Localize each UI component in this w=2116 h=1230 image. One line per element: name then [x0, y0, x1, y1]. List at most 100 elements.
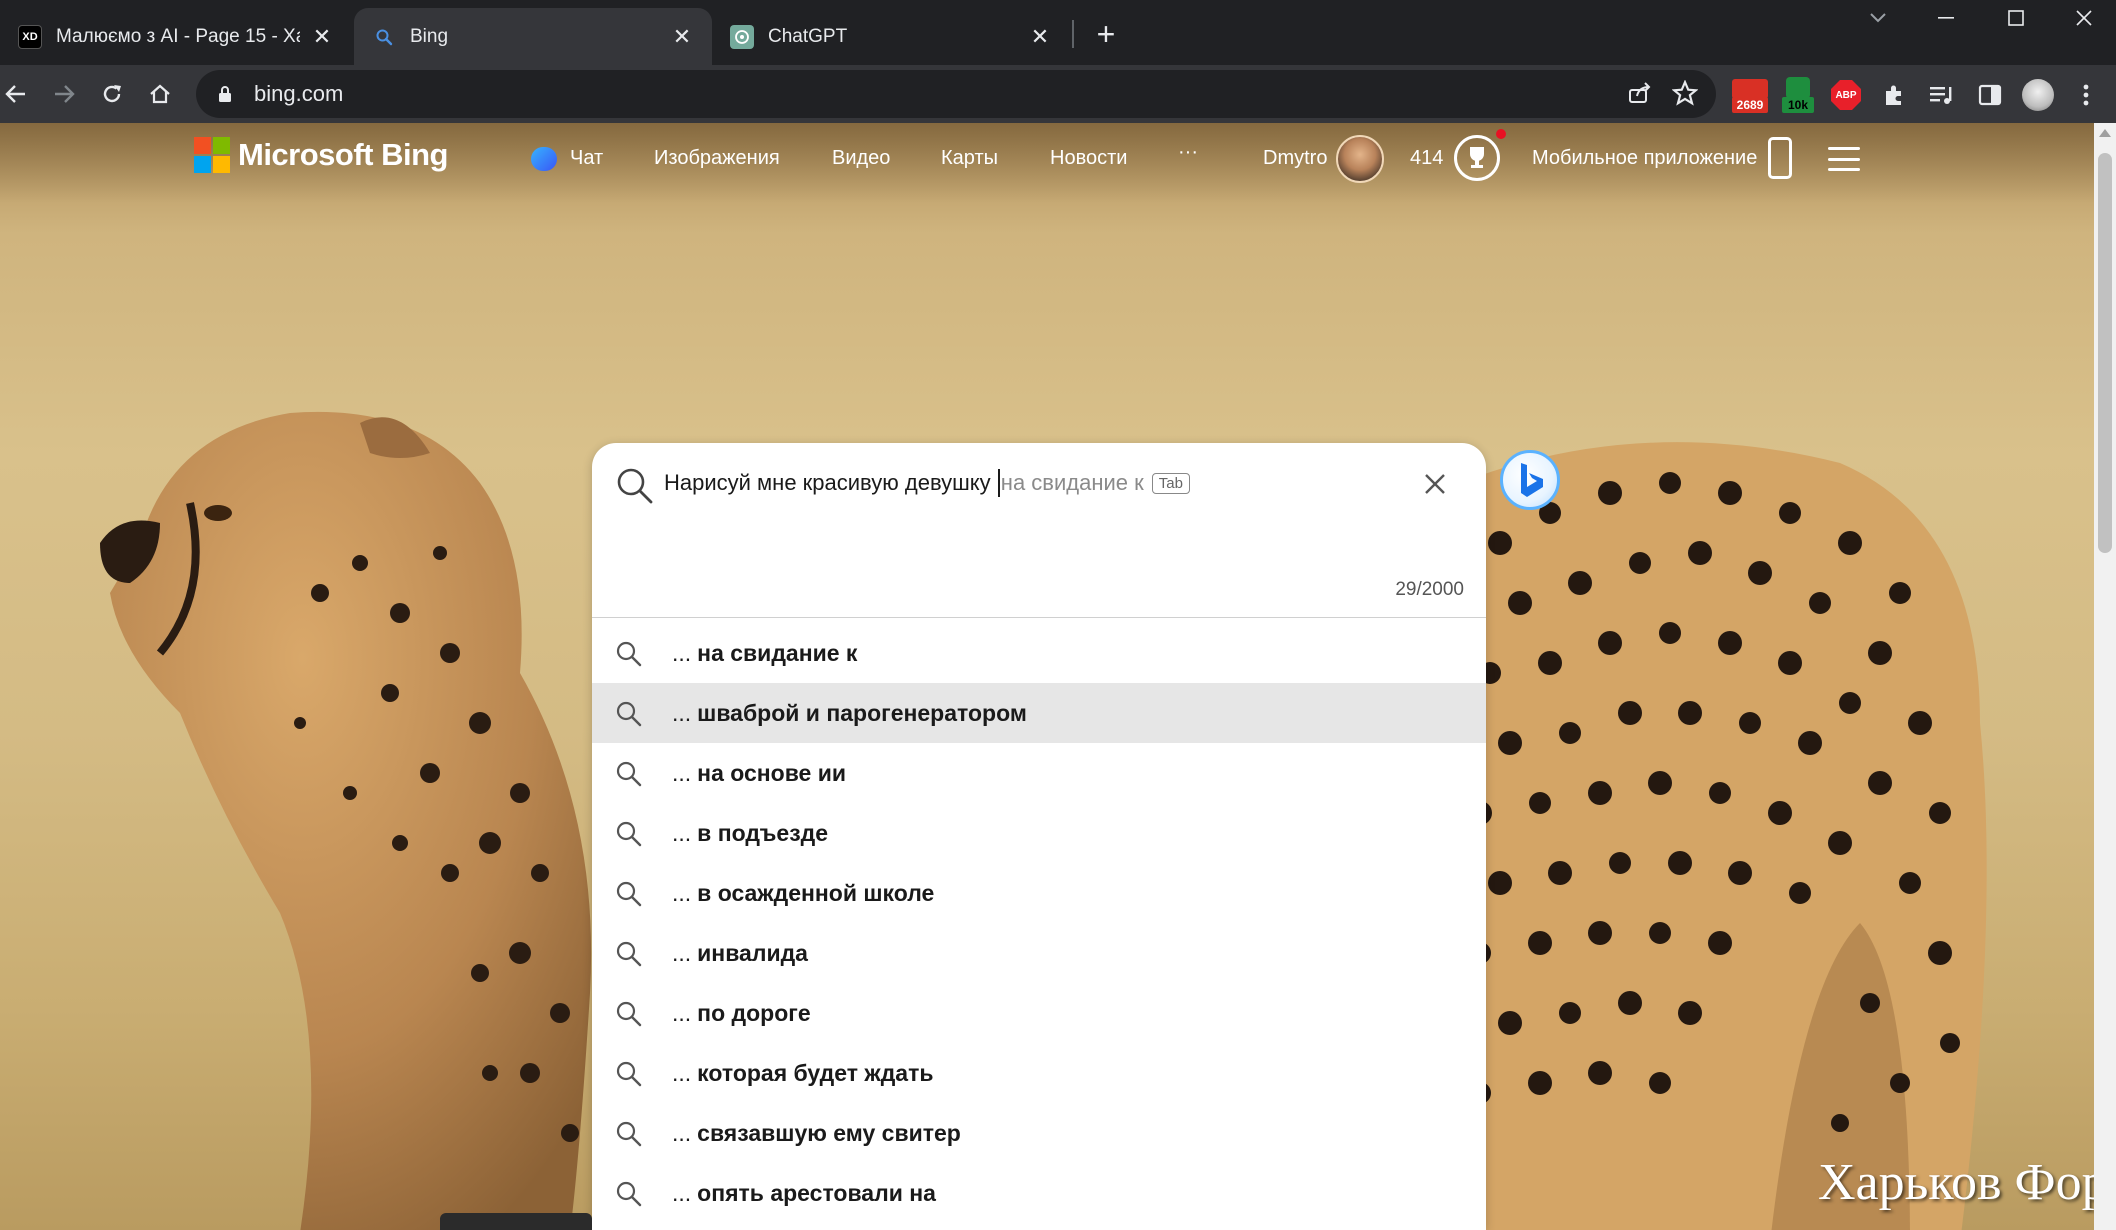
suggestion-text: инвалида: [697, 939, 808, 966]
nav-maps[interactable]: Карты: [941, 147, 998, 170]
nav-videos[interactable]: Видео: [832, 147, 890, 170]
close-window-icon[interactable]: [2054, 0, 2114, 36]
search-icon: [616, 941, 642, 967]
search-input-area[interactable]: Нарисуй мне красивую девушку на свидание…: [592, 443, 1486, 617]
suggestion-prefix: ...: [672, 1059, 692, 1086]
mobile-app-link[interactable]: Мобильное приложение: [1532, 147, 1757, 170]
media-queue-icon[interactable]: [1922, 75, 1962, 115]
suggestion-prefix: ...: [672, 1179, 692, 1206]
home-icon[interactable]: [140, 74, 180, 114]
mail-extension-icon[interactable]: 2689: [1730, 75, 1770, 115]
tab-title: ChatGPT: [768, 25, 848, 47]
search-input[interactable]: Нарисуй мне красивую девушку на свидание…: [664, 469, 1190, 497]
suggestion-item[interactable]: ... по дороге: [592, 983, 1486, 1043]
page-scrollbar[interactable]: [2094, 123, 2116, 1230]
cheetah-image: [100, 411, 592, 1230]
suggestion-prefix: ...: [672, 819, 692, 846]
forum-favicon-icon: XD: [18, 24, 42, 49]
tab-title: Bing: [410, 25, 449, 47]
suggestion-prefix: ...: [672, 1119, 692, 1146]
tab-strip: XD Малюємо з AI - Page 15 - Харьк ✕ Bing…: [0, 0, 2116, 65]
search-icon: [616, 1181, 642, 1207]
suggestion-item[interactable]: ... которая будет ждать: [592, 1043, 1486, 1103]
close-tab-icon[interactable]: ✕: [310, 24, 334, 49]
suggestion-prefix: ...: [672, 639, 692, 666]
tab-forum[interactable]: XD Малюємо з AI - Page 15 - Харьк ✕: [0, 8, 352, 65]
new-tab-icon[interactable]: +: [1088, 16, 1124, 52]
bing-brand[interactable]: Microsoft Bing: [238, 137, 449, 173]
suggestion-text: опять арестовали на: [697, 1179, 936, 1206]
close-tab-icon[interactable]: ✕: [1028, 24, 1052, 49]
minimize-icon[interactable]: [1916, 0, 1976, 36]
suggestion-item[interactable]: ... связавшую ему свитер: [592, 1103, 1486, 1163]
tab-bing[interactable]: Bing ✕: [354, 8, 712, 65]
suggestion-text: которая будет ждать: [697, 1059, 934, 1086]
rewards-trophy-icon[interactable]: [1454, 135, 1500, 181]
reader-badge: 10k: [1782, 97, 1814, 113]
suggestion-item[interactable]: ... на свидание к: [592, 623, 1486, 683]
copilot-bing-icon[interactable]: [1500, 450, 1560, 510]
suggestion-item[interactable]: ... в осажденной школе: [592, 863, 1486, 923]
tab-separator: [1072, 20, 1074, 48]
extensions-puzzle-icon[interactable]: [1874, 75, 1914, 115]
char-counter: 29/2000: [1395, 579, 1464, 600]
profile-avatar[interactable]: [2018, 75, 2058, 115]
tab-key-hint: Tab: [1151, 472, 1190, 494]
phone-icon[interactable]: [1768, 137, 1792, 179]
lock-icon[interactable]: [212, 81, 238, 107]
url-text: bing.com: [254, 81, 344, 106]
rewards-points[interactable]: 414: [1410, 147, 1443, 170]
suggestion-item[interactable]: ... в подъезде: [592, 803, 1486, 863]
reader-extension-icon[interactable]: 10k: [1778, 75, 1818, 115]
notification-dot: [1496, 129, 1506, 139]
search-icon: [616, 1001, 642, 1027]
suggestion-item[interactable]: ... инвалида: [592, 923, 1486, 983]
nav-more[interactable]: ···: [1178, 141, 1198, 164]
forward-icon[interactable]: [44, 74, 84, 114]
nav-news[interactable]: Новости: [1050, 147, 1127, 170]
adblock-icon[interactable]: ABP: [1826, 75, 1866, 115]
scrollbar-thumb[interactable]: [2098, 153, 2112, 553]
back-icon[interactable]: [0, 74, 36, 114]
suggestion-item[interactable]: ... на основе ии: [592, 743, 1486, 803]
search-favicon-icon: [372, 25, 396, 49]
bookmark-star-icon[interactable]: [1671, 79, 1699, 111]
suggestion-prefix: ...: [672, 879, 692, 906]
scroll-up-icon[interactable]: [2099, 129, 2111, 137]
nav-chat[interactable]: Чат: [570, 147, 603, 170]
menu-kebab-icon[interactable]: [2066, 75, 2106, 115]
suggestion-prefix: ...: [672, 759, 692, 786]
bing-header: Microsoft Bing Чат Изображения Видео Кар…: [0, 123, 2094, 203]
close-tab-icon[interactable]: ✕: [670, 24, 694, 49]
clear-search-icon[interactable]: [1420, 469, 1450, 499]
nav-images[interactable]: Изображения: [654, 147, 780, 170]
search-box: Нарисуй мне красивую девушку на свидание…: [592, 443, 1486, 1230]
tab-chatgpt[interactable]: ChatGPT ✕: [712, 8, 1070, 65]
suggestion-item[interactable]: ... опять арестовали на: [592, 1163, 1486, 1223]
search-icon: [616, 1121, 642, 1147]
suggestion-item-highlighted[interactable]: ... шваброй и парогенератором: [592, 683, 1486, 743]
search-icon: [616, 641, 642, 667]
suggestion-text: в осажденной школе: [697, 879, 935, 906]
hamburger-menu-icon[interactable]: [1828, 147, 1860, 171]
tab-title: Малюємо з AI - Page 15 - Харьк: [56, 25, 300, 47]
tab-search-chevron-icon[interactable]: [1848, 0, 1908, 36]
suggestion-prefix: ...: [672, 939, 692, 966]
suggestion-list: ... на свидание к ... шваброй и парогенера…: [592, 623, 1486, 1223]
user-avatar[interactable]: [1336, 135, 1384, 183]
bottom-panel-edge: [440, 1213, 592, 1230]
maximize-icon[interactable]: [1986, 0, 2046, 36]
side-panel-icon[interactable]: [1970, 75, 2010, 115]
chat-icon[interactable]: [531, 147, 557, 171]
text-caret: [997, 469, 1000, 497]
search-icon: [616, 1061, 642, 1087]
search-icon: [616, 821, 642, 847]
divider: [592, 617, 1486, 618]
share-icon[interactable]: [1628, 82, 1652, 109]
address-bar[interactable]: bing.com: [196, 70, 1716, 118]
microsoft-logo-icon[interactable]: [194, 137, 230, 173]
suggestion-text: по дороге: [697, 999, 811, 1026]
reload-icon[interactable]: [92, 74, 132, 114]
user-name[interactable]: Dmytro: [1263, 147, 1327, 170]
bing-homepage: Microsoft Bing Чат Изображения Видео Кар…: [0, 123, 2094, 1230]
